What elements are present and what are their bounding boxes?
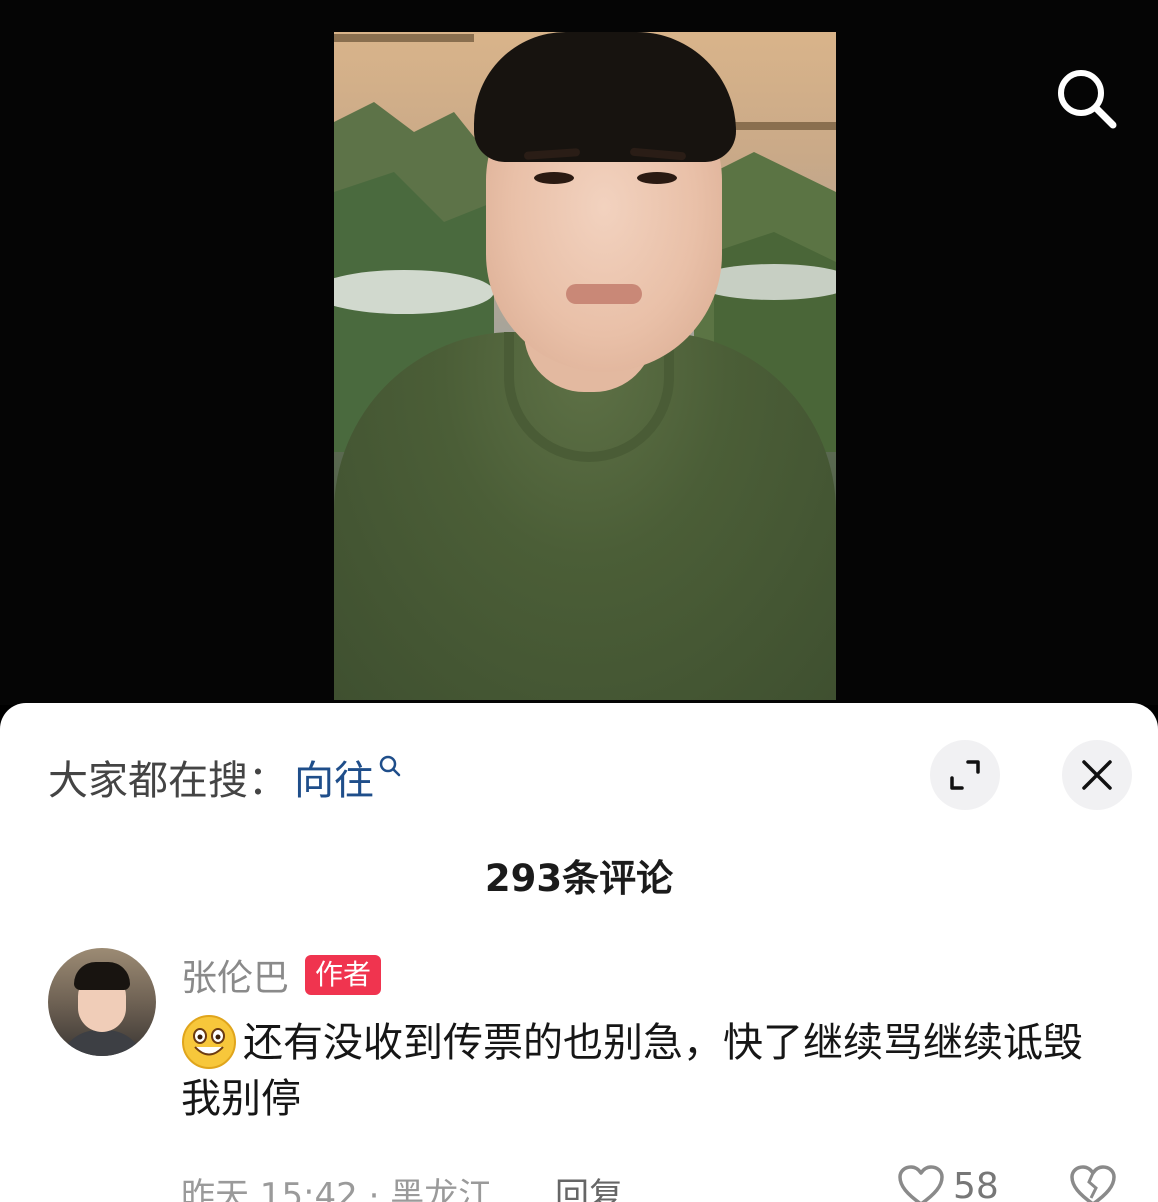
video-player[interactable] (0, 0, 1158, 705)
small-search-icon (379, 755, 401, 777)
trending-query-link[interactable]: 向往 (294, 748, 374, 806)
smile-emoji-icon (182, 1015, 236, 1069)
comment-body: 还有没收到传票的也别急，快了继续骂继续诋毁我别停 (181, 1020, 1083, 1122)
author-badge: 作者 (305, 955, 382, 995)
comment-meta: 昨天 15:42 · 黑龙江 回复 58 (181, 1165, 1128, 1202)
avatar-body (58, 1030, 146, 1056)
dislike-button[interactable] (1069, 1164, 1117, 1202)
search-icon (1058, 70, 1117, 129)
avatar[interactable] (48, 948, 156, 1056)
close-button[interactable] (1062, 740, 1132, 810)
comment-item: 张伦巴 作者 还有没收到传票的也别急，快了继续骂继续诋毁我别停 昨天 15:42… (48, 948, 1128, 1202)
reply-button[interactable]: 回复 (555, 1168, 623, 1202)
search-button[interactable] (1048, 60, 1124, 136)
comment-count: 293条评论 (484, 857, 674, 900)
like-count: 58 (953, 1165, 999, 1202)
left-eye (534, 172, 574, 184)
author-row: 张伦巴 作者 (181, 949, 382, 1001)
like-button[interactable]: 58 (897, 1164, 999, 1202)
expand-button[interactable] (930, 740, 1000, 810)
trending-search[interactable]: 大家都在搜： 向往 (48, 748, 402, 806)
trending-prefix: 大家都在搜： (48, 758, 288, 804)
comment-time-location: 昨天 15:42 · 黑龙江 (181, 1176, 493, 1202)
comment-text: 还有没收到传票的也别急，快了继续骂继续诋毁我别停 (181, 1014, 1101, 1127)
video-frame[interactable] (334, 32, 836, 700)
person-hair (474, 32, 736, 162)
close-icon (1082, 760, 1112, 790)
expand-icon (950, 760, 980, 790)
avatar-hair (74, 962, 130, 990)
broken-heart-icon (1070, 1165, 1116, 1202)
comment-sheet: 大家都在搜： 向往 293条评论 张伦巴 作者 还有没收到传票的也别急，快了继续… (0, 703, 1158, 1202)
heart-icon (898, 1165, 944, 1202)
right-eye (637, 172, 677, 184)
author-name[interactable]: 张伦巴 (181, 949, 289, 1001)
mouth (566, 284, 642, 304)
